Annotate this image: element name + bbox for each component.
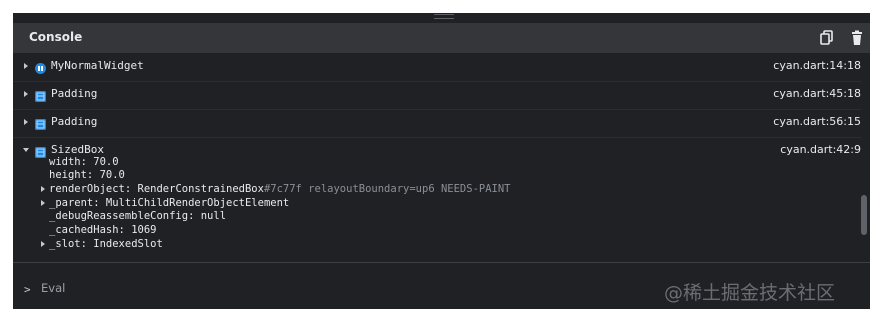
property-slot[interactable]: _slot: IndexedSlot (41, 238, 163, 251)
collapse-arrow-icon[interactable] (23, 148, 29, 152)
property-width: width: 70.0 (49, 156, 119, 169)
expand-arrow-icon[interactable] (41, 186, 45, 192)
source-location-link[interactable]: cyan.dart:14:18 (773, 59, 861, 72)
property-debug-reassemble: _debugReassembleConfig: null (49, 210, 226, 223)
property-value: RenderConstrainedBox (137, 183, 264, 195)
list-item[interactable]: Padding cyan.dart:45:18 (13, 82, 861, 110)
property-cached-hash: _cachedHash: 1069 (49, 224, 156, 237)
property-key: height: (49, 169, 94, 181)
scrollbar-thumb[interactable] (861, 195, 867, 235)
expand-arrow-icon[interactable] (41, 241, 45, 247)
property-value: 70.0 (93, 156, 119, 168)
list-item[interactable]: SizedBox cyan.dart:42:9 width: 70.0 heig… (13, 138, 861, 262)
layout-widget-icon (35, 143, 46, 158)
source-location-link[interactable]: cyan.dart:45:18 (773, 87, 861, 100)
property-key: _slot: (49, 238, 87, 250)
resize-handle[interactable] (434, 14, 454, 19)
property-value: IndexedSlot (93, 238, 163, 250)
expand-arrow-icon[interactable] (41, 200, 45, 206)
property-render-object[interactable]: renderObject: RenderConstrainedBox#7c77f… (41, 183, 511, 196)
eval-input[interactable]: Eval (41, 281, 65, 295)
layout-widget-icon (35, 115, 46, 130)
property-key: _parent: (49, 197, 100, 209)
expand-arrow-icon[interactable] (24, 63, 28, 69)
trash-icon[interactable] (848, 29, 866, 47)
property-value: 70.0 (99, 169, 125, 181)
property-detail: #7c77f relayoutBoundary=up6 NEEDS-PAINT (263, 183, 511, 195)
custom-widget-icon (35, 59, 46, 74)
property-value: null (200, 210, 227, 222)
widget-name: SizedBox (51, 143, 104, 156)
console-output: MyNormalWidget cyan.dart:14:18 Padding c… (13, 54, 870, 262)
property-parent[interactable]: _parent: MultiChildRenderObjectElement (41, 197, 290, 210)
property-key: width: (49, 156, 87, 168)
copy-icon[interactable] (818, 29, 836, 47)
property-key: renderObject: (49, 183, 132, 195)
list-item[interactable]: MyNormalWidget cyan.dart:14:18 (13, 54, 861, 82)
source-location-link[interactable]: cyan.dart:56:15 (773, 115, 861, 128)
expand-arrow-icon[interactable] (24, 119, 28, 125)
widget-name: Padding (51, 87, 98, 100)
eval-prompt-icon: > (24, 283, 31, 296)
property-value: MultiChildRenderObjectElement (105, 197, 290, 209)
source-location-link[interactable]: cyan.dart:42:9 (780, 143, 861, 156)
list-item[interactable]: Padding cyan.dart:56:15 (13, 110, 861, 138)
console-panel: Console MyNormalWidget cyan.dart:14:18 P… (13, 13, 870, 309)
expand-arrow-icon[interactable] (24, 91, 28, 97)
property-key: _cachedHash: (49, 224, 125, 236)
watermark: @稀土掘金技术社区 (664, 282, 836, 304)
console-header: Console (13, 23, 870, 53)
property-height: height: 70.0 (49, 169, 125, 182)
widget-name: Padding (51, 115, 98, 128)
layout-widget-icon (35, 87, 46, 102)
console-title: Console (29, 30, 83, 44)
property-key: _debugReassembleConfig: (49, 210, 195, 222)
property-value: 1069 (131, 224, 157, 236)
widget-name: MyNormalWidget (51, 59, 144, 72)
